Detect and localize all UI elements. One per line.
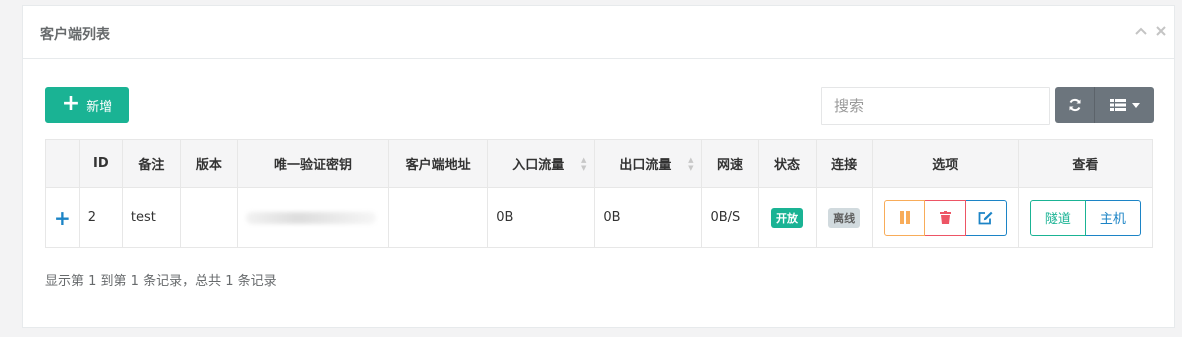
options-button-group — [883, 199, 1007, 236]
plus-icon: + — [61, 91, 81, 116]
header-verify-key[interactable]: 唯一验证密钥 — [236, 139, 390, 188]
header-status[interactable]: 状态 — [757, 139, 817, 188]
cell-remark: test — [121, 187, 181, 248]
cell-verify-key — [236, 187, 390, 248]
search-input[interactable] — [821, 87, 1050, 125]
header-options: 选项 — [871, 139, 1019, 188]
refresh-button[interactable] — [1055, 87, 1095, 123]
list-icon — [1109, 99, 1126, 111]
expand-row-button[interactable]: + — [45, 187, 80, 248]
panel-header: 客户端列表 — [23, 6, 1174, 59]
header-client-address[interactable]: 客户端地址 — [388, 139, 489, 188]
panel-tools — [1134, 23, 1168, 39]
host-button[interactable]: 主机 — [1085, 199, 1141, 236]
client-table: ID 备注 版本 唯一验证密钥 客户端地址 入口流量 ▲ ▼ 出口流量 ▲ ▼ 网速… — [45, 139, 1154, 248]
cell-in-flow: 0B — [487, 187, 596, 248]
sort-icon: ▲ ▼ — [688, 156, 694, 172]
cell-view: 隧道 主机 — [1017, 187, 1154, 248]
view-button-group: 隧道 主机 — [1029, 199, 1141, 236]
header-speed[interactable]: 网速 — [701, 139, 759, 188]
collapse-icon[interactable] — [1134, 23, 1148, 39]
cell-connect: 离线 — [815, 187, 873, 248]
trash-icon — [939, 211, 951, 224]
panel-title: 客户端列表 — [40, 27, 110, 43]
table-tool-buttons — [1055, 87, 1154, 123]
cell-version — [179, 187, 238, 248]
add-button-label: 新增 — [86, 99, 113, 115]
add-button[interactable]: + 新增 — [45, 87, 129, 123]
header-in-flow-label: 入口流量 — [512, 158, 565, 173]
columns-toggle-button[interactable] — [1095, 87, 1154, 123]
cell-speed: 0B/S — [701, 187, 759, 248]
header-remark[interactable]: 备注 — [121, 139, 181, 188]
status-badge: 开放 — [771, 207, 804, 228]
delete-button[interactable] — [925, 199, 967, 236]
cell-out-flow: 0B — [594, 187, 703, 248]
table-header-row: ID 备注 版本 唯一验证密钥 客户端地址 入口流量 ▲ ▼ 出口流量 ▲ ▼ 网速… — [45, 139, 1154, 188]
pagination-info: 显示第 1 到第 1 条记录，总共 1 条记录 — [45, 274, 277, 289]
header-in-flow[interactable]: 入口流量 ▲ ▼ — [487, 139, 596, 188]
header-out-flow[interactable]: 出口流量 ▲ ▼ — [594, 139, 703, 188]
cell-client-address — [388, 187, 489, 248]
pause-icon — [899, 211, 910, 224]
header-out-flow-label: 出口流量 — [619, 158, 672, 173]
edit-icon — [978, 211, 993, 224]
cell-options — [871, 187, 1019, 248]
header-version[interactable]: 版本 — [179, 139, 238, 188]
header-connect[interactable]: 连接 — [815, 139, 873, 188]
close-icon[interactable] — [1154, 23, 1168, 39]
header-expand — [45, 139, 80, 188]
client-list-panel: 客户端列表 + 新增 搜索 ID 备注 版本 唯一验证密钥 客户端地址 入口流量… — [22, 5, 1175, 328]
pause-button[interactable] — [883, 199, 926, 236]
connect-badge: 离线 — [828, 207, 861, 228]
header-id[interactable]: ID — [78, 139, 123, 188]
cell-status: 开放 — [757, 187, 817, 248]
header-view: 查看 — [1017, 139, 1154, 188]
redacted-key — [245, 211, 376, 224]
tunnel-button[interactable]: 隧道 — [1029, 199, 1086, 236]
table-row: + 2 test 0B 0B 0B/S 开放 离线 隧道 主机 — [45, 187, 1154, 248]
sort-icon: ▲ ▼ — [580, 156, 587, 172]
edit-button[interactable] — [966, 199, 1007, 236]
cell-id: 2 — [78, 187, 123, 248]
caret-down-icon — [1131, 102, 1140, 108]
refresh-icon — [1069, 98, 1080, 112]
